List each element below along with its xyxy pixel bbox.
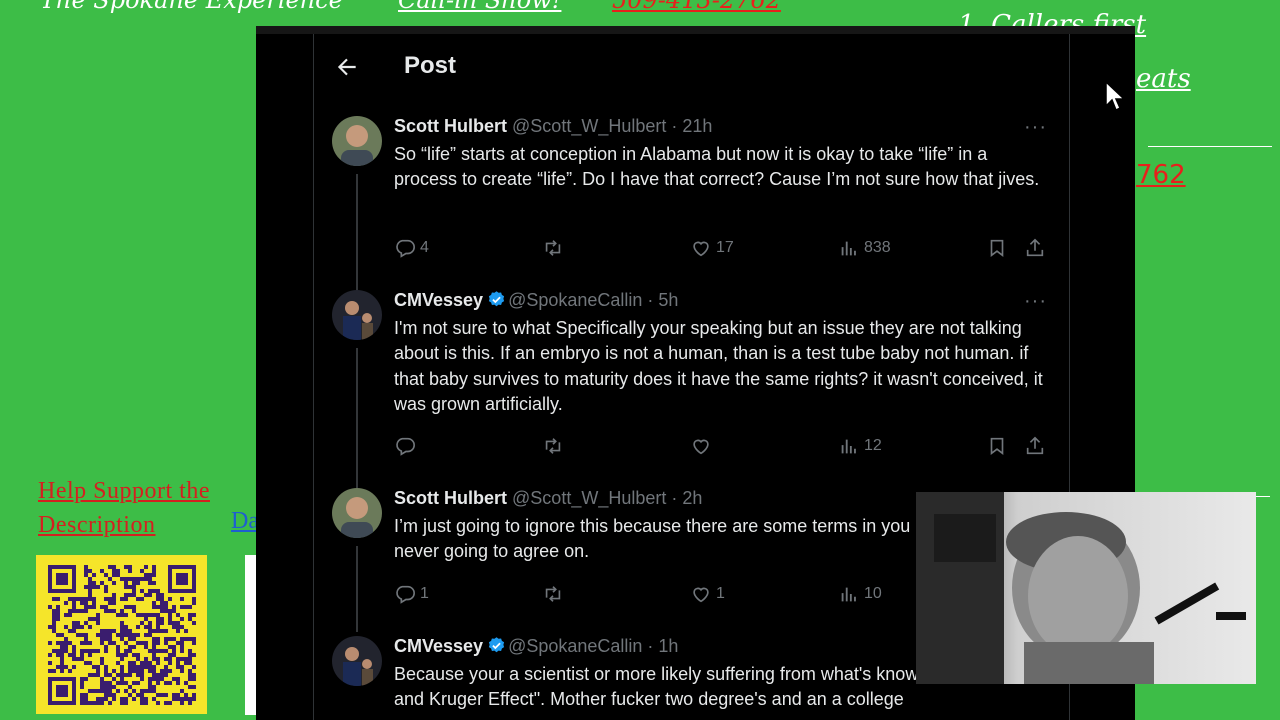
- author-handle[interactable]: @SpokaneCallin: [508, 290, 642, 310]
- retweet-icon: [545, 586, 561, 602]
- retweet-icon: [545, 240, 561, 256]
- reply-icon: [396, 239, 415, 258]
- view-count: 12: [864, 437, 882, 454]
- help-support-line2: Description: [38, 512, 156, 538]
- author-name[interactable]: CMVessey: [394, 636, 483, 656]
- bookmark-icon: [990, 437, 1004, 455]
- tweet-actions: 12: [394, 434, 1054, 458]
- like-count: 1: [716, 585, 725, 602]
- qr-code-icon: [36, 555, 207, 714]
- tweet-header: CMVessey @SpokaneCallin · 1h: [394, 636, 678, 657]
- tweet-text: I'm not sure to what Specifically your s…: [394, 318, 1043, 414]
- more-icon[interactable]: ···: [1024, 290, 1047, 313]
- separator: ·: [666, 488, 683, 508]
- views-icon: [841, 587, 856, 602]
- separator: ·: [666, 116, 683, 136]
- reply-icon: [396, 437, 415, 456]
- avatar[interactable]: [332, 116, 382, 166]
- heart-icon: [693, 439, 709, 455]
- reply-icon: [396, 585, 415, 604]
- bookmark-button[interactable]: [986, 236, 1008, 260]
- share-button[interactable]: [1024, 236, 1046, 260]
- retweet-button[interactable]: [542, 434, 568, 458]
- heart-icon: [693, 241, 709, 257]
- separator: ·: [642, 290, 659, 310]
- view-count: 10: [864, 585, 882, 602]
- help-support-line1: Help Support the: [38, 478, 210, 504]
- webcam-overlay: [916, 492, 1256, 684]
- mouse-cursor-icon: [1104, 80, 1126, 116]
- help-support-text: Help Support the Description: [38, 474, 210, 542]
- share-icon: [1026, 238, 1044, 257]
- back-button[interactable]: [334, 54, 360, 80]
- like-button[interactable]: 17: [690, 236, 734, 260]
- tweet-actions: 4 17 838: [394, 236, 1054, 260]
- share-icon: [1026, 436, 1044, 455]
- reply-button[interactable]: 4: [394, 236, 429, 260]
- reply-count: 1: [420, 585, 429, 602]
- reply-button[interactable]: 1: [394, 582, 429, 606]
- author-handle[interactable]: @SpokaneCallin: [508, 636, 642, 656]
- author-name[interactable]: Scott Hulbert: [394, 488, 507, 508]
- views-icon: [841, 241, 856, 256]
- separator: ·: [642, 636, 659, 656]
- avatar[interactable]: [332, 290, 382, 340]
- author-handle[interactable]: @Scott_W_Hulbert: [512, 116, 666, 136]
- bookmark-icon: [990, 239, 1004, 257]
- heart-icon: [693, 587, 709, 603]
- views-icon: [841, 439, 856, 454]
- bookmark-button[interactable]: [986, 434, 1008, 458]
- share-button[interactable]: [1024, 434, 1046, 458]
- tweet-time[interactable]: 21h: [682, 116, 712, 136]
- overlay-phone-number: 509-413-2762: [612, 0, 781, 14]
- tweet-time[interactable]: 1h: [658, 636, 678, 656]
- tweet-text: So “life” starts at conception in Alabam…: [394, 144, 1040, 190]
- overlay-phone-number-2: 762: [1136, 160, 1186, 190]
- overlay-divider: [1148, 146, 1272, 147]
- author-name[interactable]: CMVessey: [394, 290, 483, 310]
- verified-badge-icon: [488, 637, 505, 653]
- author-handle[interactable]: @Scott_W_Hulbert: [512, 488, 666, 508]
- like-button[interactable]: 1: [690, 582, 725, 606]
- window-top-bar: [256, 26, 1135, 34]
- arrow-left-icon: [337, 58, 356, 76]
- overlay-show-name: Call-in Show!: [398, 0, 562, 14]
- tweet-header: Scott Hulbert @Scott_W_Hulbert · 21h: [394, 116, 712, 137]
- like-button[interactable]: [690, 434, 716, 458]
- tweet-header: Scott Hulbert @Scott_W_Hulbert · 2h: [394, 488, 702, 509]
- more-icon[interactable]: ···: [1024, 116, 1047, 139]
- reply-count: 4: [420, 239, 429, 256]
- thread-line: [356, 546, 358, 632]
- avatar[interactable]: [332, 636, 382, 686]
- retweet-button[interactable]: [542, 582, 568, 606]
- thread-line: [356, 348, 358, 494]
- views-button[interactable]: 10: [838, 582, 882, 606]
- column-divider-left: [313, 34, 314, 720]
- overlay-rule-2: eats: [1136, 64, 1191, 94]
- help-support-link[interactable]: Da: [231, 508, 259, 535]
- tweet-time[interactable]: 5h: [658, 290, 678, 310]
- views-button[interactable]: 12: [838, 434, 882, 458]
- thread-line: [356, 174, 358, 302]
- tweet-header: CMVessey @SpokaneCallin · 5h: [394, 290, 678, 311]
- retweet-icon: [545, 438, 561, 454]
- views-button[interactable]: 838: [838, 236, 891, 260]
- view-count: 838: [864, 239, 891, 256]
- avatar[interactable]: [332, 488, 382, 538]
- reply-button[interactable]: [394, 434, 420, 458]
- author-name[interactable]: Scott Hulbert: [394, 116, 507, 136]
- page-title: Post: [404, 52, 457, 79]
- retweet-button[interactable]: [542, 236, 568, 260]
- like-count: 17: [716, 239, 734, 256]
- verified-badge-icon: [488, 291, 505, 307]
- tweet-time[interactable]: 2h: [682, 488, 702, 508]
- overlay-show-title: The Spokane Experience: [40, 0, 343, 14]
